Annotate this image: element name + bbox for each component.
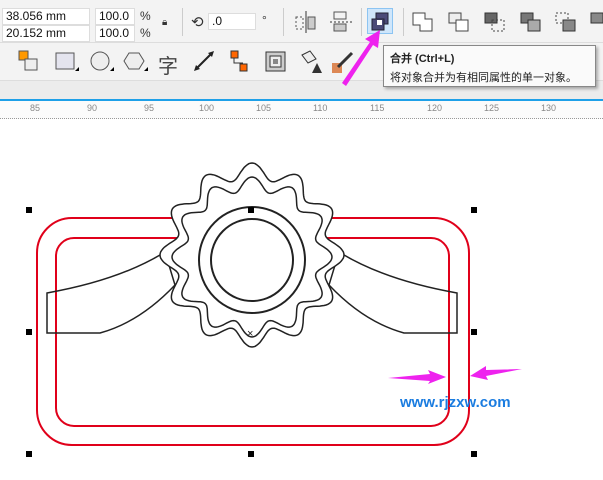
object-width-field[interactable]: 38.056 mm bbox=[2, 8, 90, 25]
rotate-icon: ⟲ bbox=[191, 14, 204, 31]
arrow-annotation bbox=[388, 370, 446, 384]
front-minus-back-icon[interactable] bbox=[553, 9, 579, 35]
smart-fill-icon[interactable] bbox=[15, 49, 41, 75]
trim-icon[interactable] bbox=[446, 9, 472, 35]
ruler-label: 120 bbox=[427, 103, 443, 113]
simplify-icon[interactable] bbox=[518, 9, 544, 35]
contour-tool-icon[interactable] bbox=[263, 49, 289, 75]
property-bar: 38.056 mm 20.152 mm 100.0 100.0 % % 🔒︎ ⟲… bbox=[0, 0, 603, 43]
fill-tool-icon[interactable] bbox=[298, 49, 324, 75]
center-marker-icon: × bbox=[247, 328, 253, 340]
ruler-label: 95 bbox=[144, 103, 155, 113]
percent-label: % bbox=[140, 9, 151, 23]
ruler-label: 130 bbox=[541, 103, 557, 113]
ruler-label: 125 bbox=[484, 103, 500, 113]
ruler-label: 100 bbox=[199, 103, 215, 113]
dimension-tool-icon[interactable] bbox=[192, 49, 218, 75]
rotation-angle-field[interactable]: .0 bbox=[208, 13, 256, 30]
watermark: www.rjzxw.com bbox=[400, 394, 511, 411]
scale-y-field[interactable]: 100.0 bbox=[95, 25, 135, 42]
degree-label: ° bbox=[262, 13, 267, 27]
percent-label: % bbox=[140, 26, 151, 40]
left-ribbon[interactable] bbox=[46, 250, 176, 334]
ruler-label: 85 bbox=[30, 103, 41, 113]
combine-tooltip: 合并 (Ctrl+L) 将对象合并为有相同属性的单一对象。 bbox=[383, 45, 596, 87]
ellipse-tool-icon[interactable] bbox=[88, 49, 114, 75]
mirror-horizontal-icon[interactable] bbox=[293, 9, 319, 35]
polygon-tool-icon[interactable] bbox=[122, 49, 148, 75]
connector-tool-icon[interactable] bbox=[228, 49, 254, 75]
rectangle-tool-icon[interactable] bbox=[53, 49, 79, 75]
right-ribbon[interactable] bbox=[328, 250, 458, 334]
ruler-label: 105 bbox=[256, 103, 272, 113]
ruler-label: 90 bbox=[87, 103, 98, 113]
horizontal-ruler[interactable]: 85 90 95 100 105 110 115 120 125 130 bbox=[0, 101, 603, 119]
object-height-field[interactable]: 20.152 mm bbox=[2, 25, 90, 42]
ruler-label: 110 bbox=[313, 103, 328, 113]
back-minus-front-icon[interactable] bbox=[588, 9, 603, 35]
drawing-canvas[interactable]: × bbox=[0, 119, 603, 480]
tooltip-title: 合并 (Ctrl+L) bbox=[390, 53, 455, 65]
intersect-icon[interactable] bbox=[482, 9, 508, 35]
lock-ratio-icon[interactable]: 🔒︎ bbox=[162, 17, 167, 28]
ruler-label: 115 bbox=[370, 103, 385, 113]
tooltip-description: 将对象合并为有相同属性的单一对象。 bbox=[390, 72, 577, 84]
arrow-annotation bbox=[470, 366, 522, 380]
weld-icon[interactable] bbox=[410, 9, 436, 35]
scale-x-field[interactable]: 100.0 bbox=[95, 8, 135, 25]
text-tool-icon[interactable]: 字 bbox=[158, 50, 178, 79]
